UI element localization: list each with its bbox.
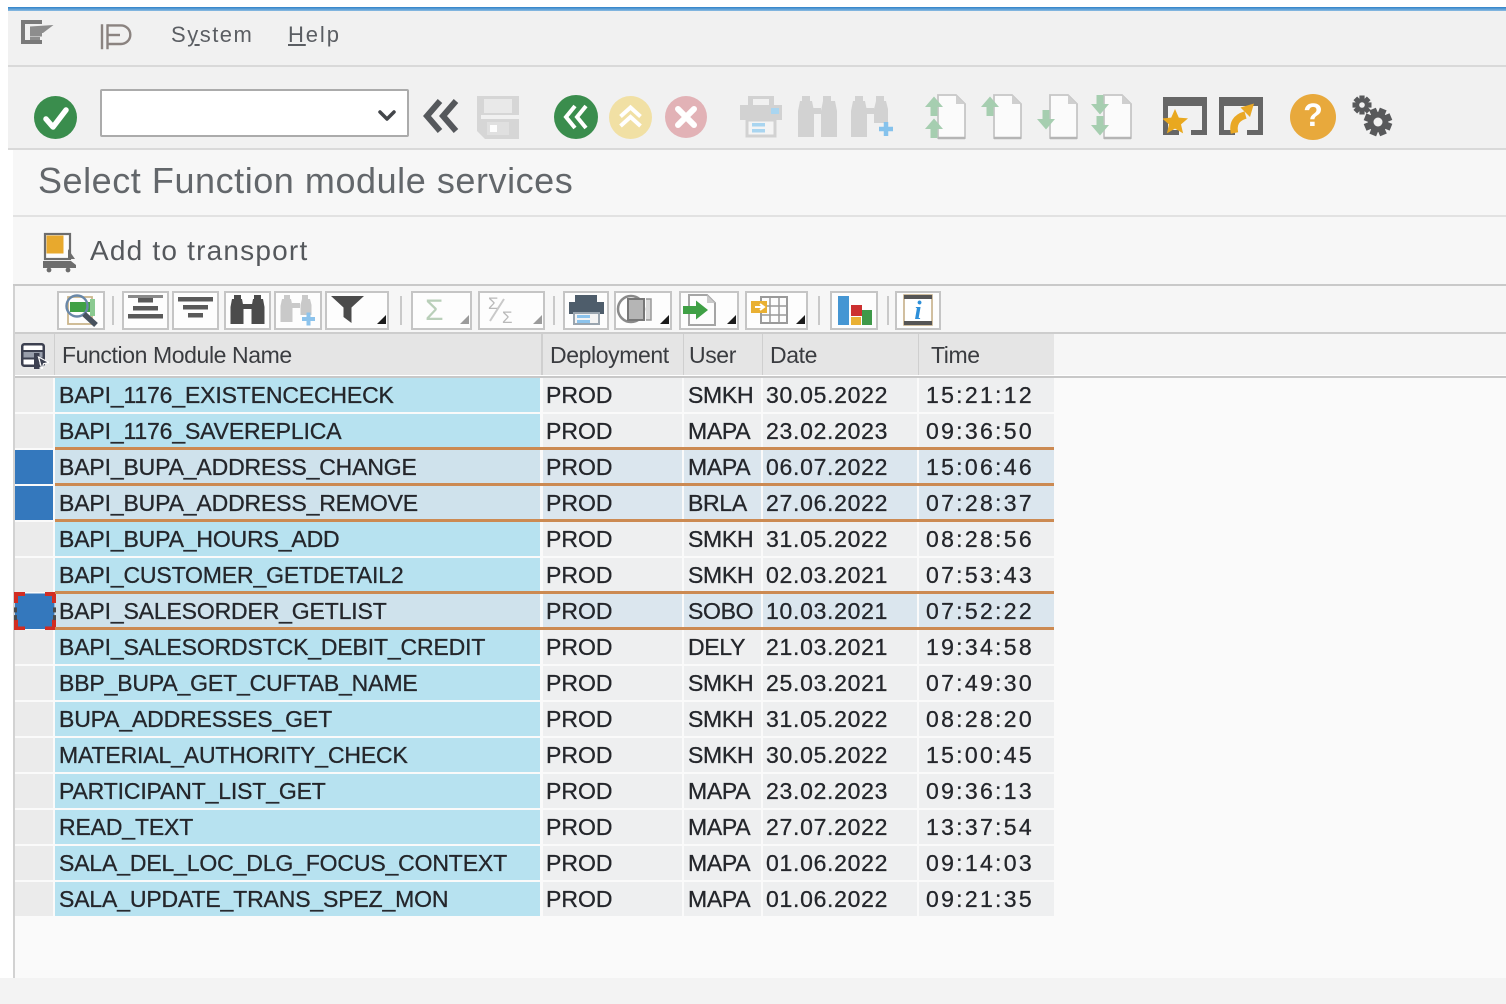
svg-text:Σ: Σ: [425, 294, 444, 327]
svg-text:Σ: Σ: [502, 308, 513, 327]
svg-text:i: i: [914, 296, 922, 325]
svg-text:?: ?: [1303, 97, 1323, 133]
